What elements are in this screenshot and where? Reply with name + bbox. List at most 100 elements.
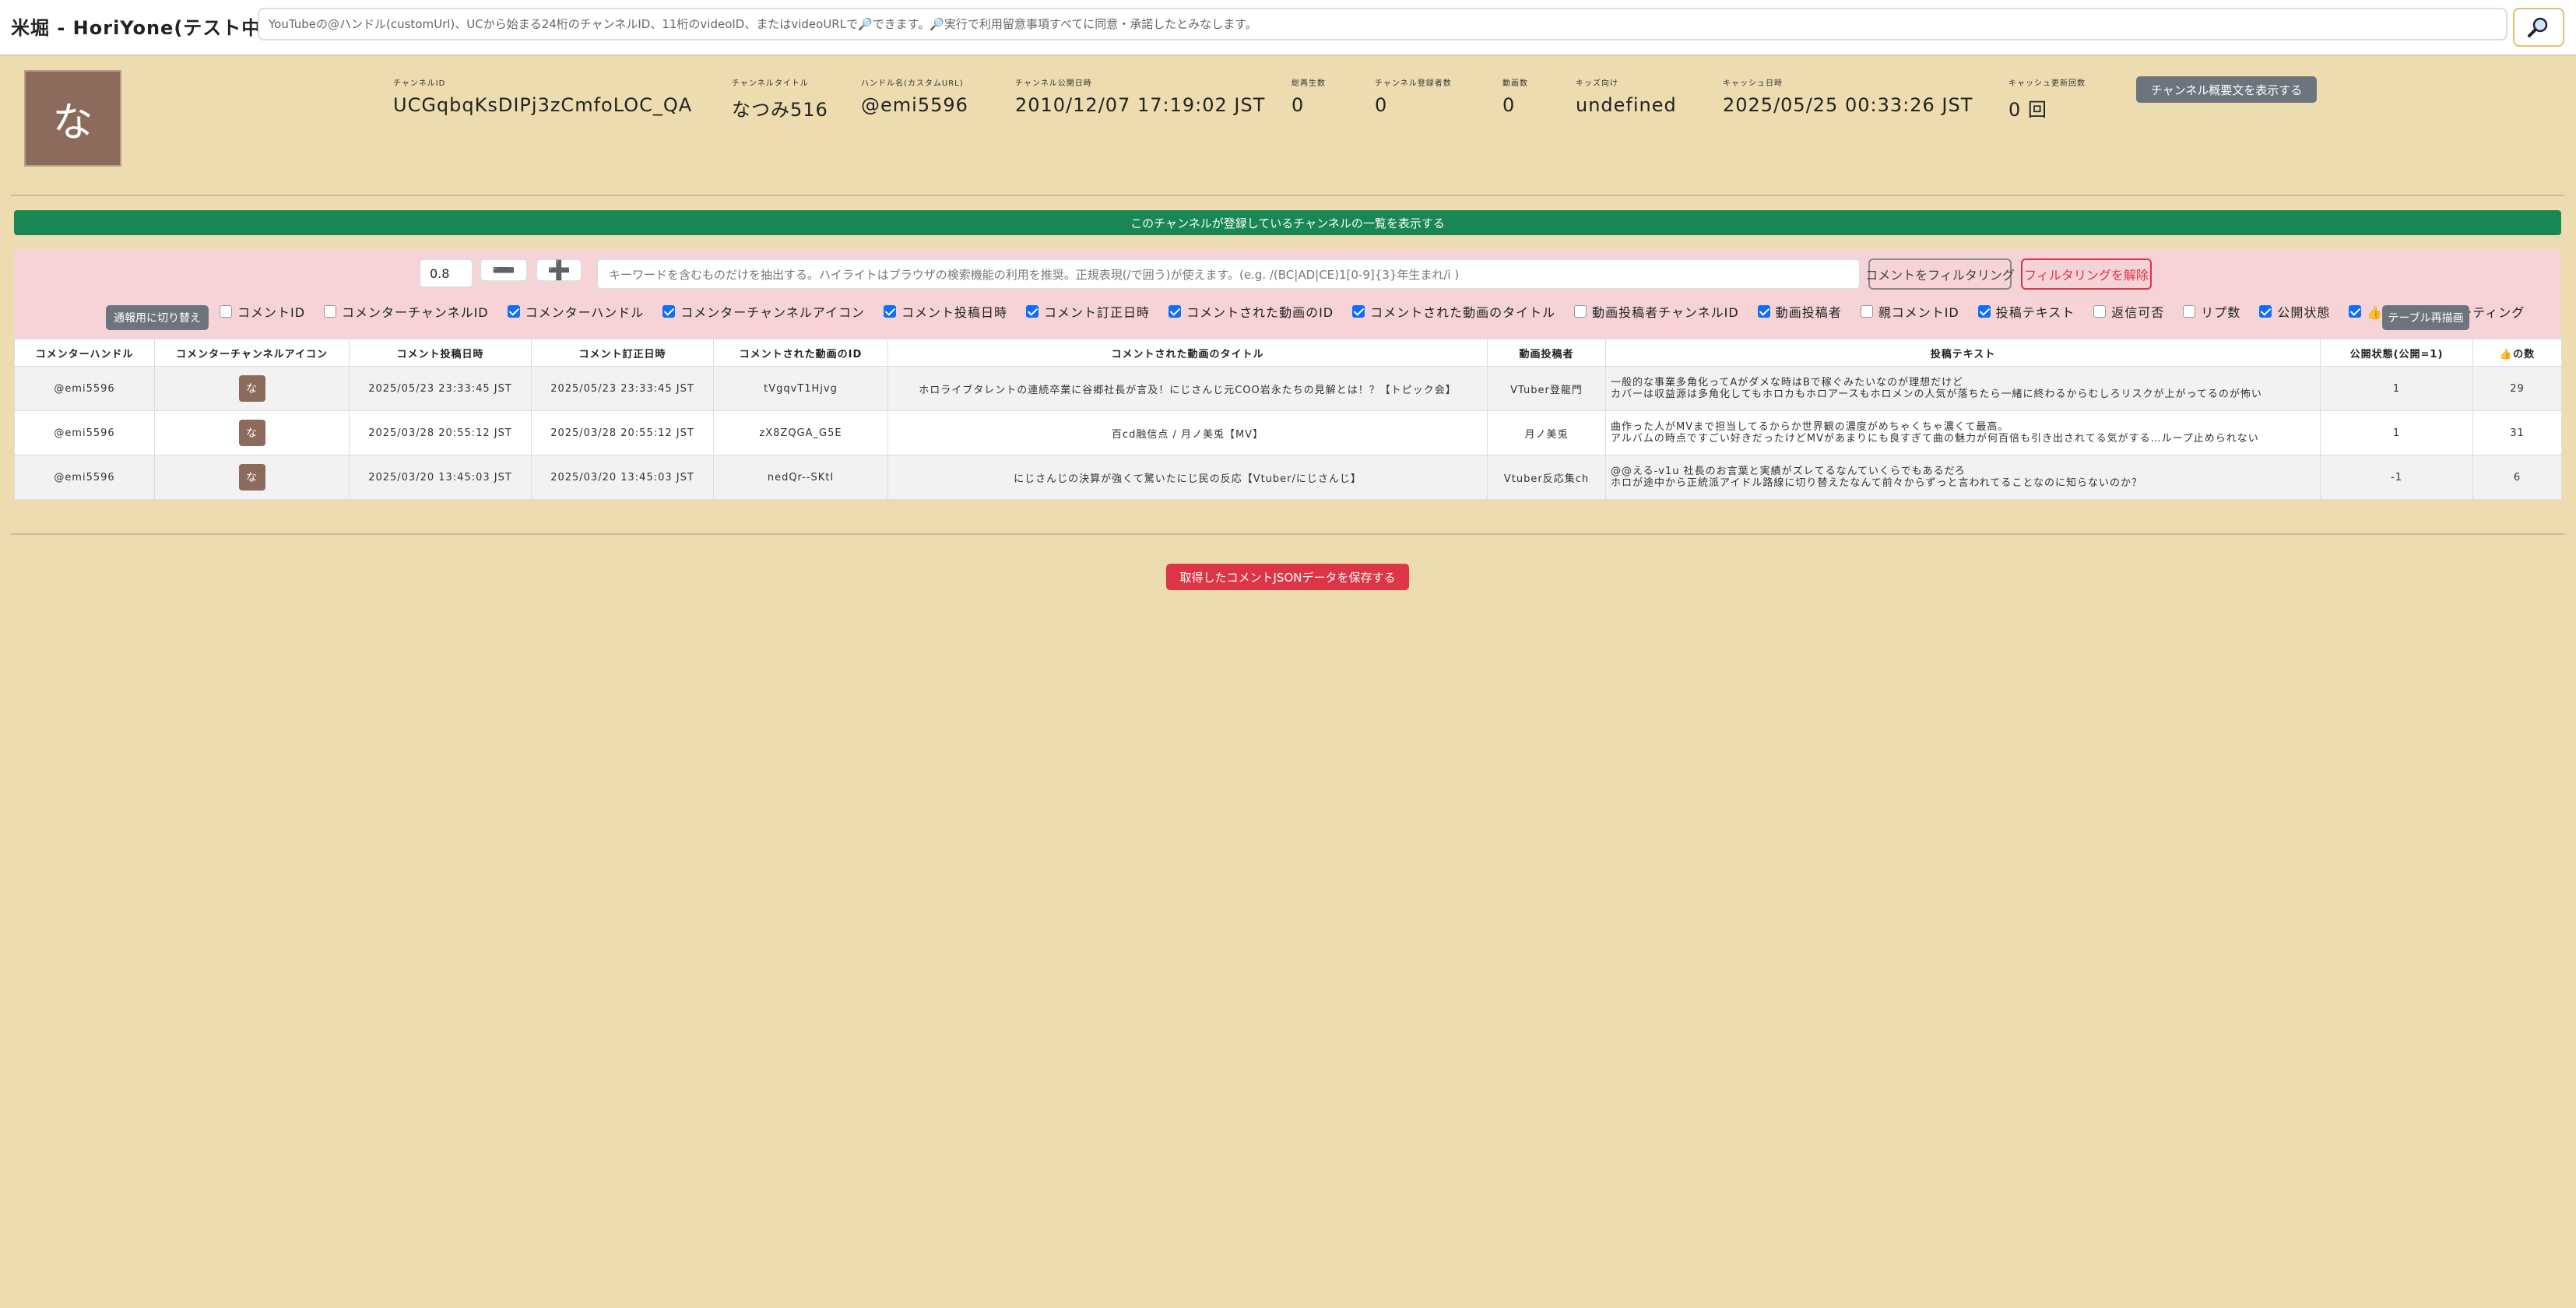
- column-toggle[interactable]: 動画投稿者: [1757, 302, 1842, 321]
- column-toggle-label: コメンターチャンネルアイコン: [680, 305, 866, 320]
- column-toggle[interactable]: 動画投稿者チャンネルID: [1574, 302, 1739, 321]
- zoom-input[interactable]: 0.8: [419, 258, 473, 288]
- column-toggles: コメントID コメンターチャンネルID コメンターハンドル コメンターチャンネル…: [220, 300, 2543, 323]
- checkbox[interactable]: [1757, 305, 1770, 318]
- search-input[interactable]: [258, 8, 2507, 40]
- column-toggle[interactable]: コメンターチャンネルID: [324, 302, 489, 321]
- stat-label: チャンネル公開日時: [1015, 79, 1092, 88]
- show-overview-button[interactable]: チャンネル概要文を表示する: [2136, 76, 2317, 103]
- table-row: @emi5596 な 2025/03/20 13:45:03 JST 2025/…: [14, 455, 2562, 500]
- column-toggle[interactable]: 親コメントID: [1860, 302, 1959, 321]
- checkbox[interactable]: [220, 305, 232, 318]
- stat-label: チャンネルタイトル: [732, 79, 809, 88]
- zoom-plus-button[interactable]: ➕: [536, 258, 582, 282]
- stat-channel-title: チャンネルタイトル なつみ516: [732, 76, 828, 121]
- checkbox[interactable]: [1977, 305, 1991, 318]
- column-header[interactable]: コメント投稿日時: [349, 339, 532, 367]
- checkbox[interactable]: [2183, 305, 2196, 318]
- column-toggle[interactable]: コメント投稿日時: [884, 302, 1007, 321]
- comments-table: コメンターハンドル コメンターチャンネルアイコン コメント投稿日時 コメント訂正…: [14, 339, 2562, 500]
- checkbox[interactable]: [662, 305, 676, 318]
- checkbox[interactable]: [2259, 305, 2272, 318]
- column-toggle-label: 公開状態: [2277, 305, 2331, 320]
- column-header[interactable]: コメント訂正日時: [531, 339, 714, 367]
- stat-label: ハンドル名(カスタムURL): [861, 79, 964, 88]
- edited-time: 2025/03/20 13:45:03 JST: [531, 455, 714, 500]
- stat-video-count: 動画数 0: [1502, 76, 1528, 116]
- filter-comments-button[interactable]: コメントをフィルタリング: [1865, 258, 2015, 290]
- stat-value: 2010/12/07 17:19:02 JST: [1015, 94, 1266, 116]
- search-button[interactable]: [2513, 8, 2564, 47]
- column-header[interactable]: 👍の数: [2472, 339, 2562, 367]
- checkbox[interactable]: [1574, 305, 1587, 318]
- commenter-avatar[interactable]: な: [238, 464, 265, 490]
- stat-kids: キッズ向け undefined: [1576, 76, 1677, 116]
- checkbox[interactable]: [2349, 305, 2362, 318]
- column-toggle[interactable]: リプ数: [2183, 302, 2240, 321]
- column-toggle[interactable]: 投稿テキスト: [1977, 302, 2075, 321]
- video-id[interactable]: tVgqvT1Hjvg: [713, 366, 888, 411]
- column-header[interactable]: コメントされた動画のタイトル: [887, 339, 1488, 367]
- checkbox[interactable]: [2093, 305, 2107, 318]
- column-toggle[interactable]: コメントID: [220, 302, 305, 321]
- column-header[interactable]: 投稿テキスト: [1605, 339, 2321, 367]
- video-id[interactable]: nedQr--SKtI: [713, 455, 888, 500]
- keyword-filter-input[interactable]: キーワードを含むものだけを抽出する。ハイライトはブラウザの検索機能の利用を推奨。…: [596, 258, 1861, 290]
- stat-label: チャンネルID: [393, 79, 446, 88]
- column-toggle-label: リプ数: [2201, 305, 2241, 320]
- show-subscriptions-button[interactable]: このチャンネルが登録しているチャンネルの一覧を表示する: [14, 210, 2561, 235]
- checkbox[interactable]: [324, 305, 337, 318]
- zoom-minus-button[interactable]: ➖: [480, 258, 528, 282]
- column-toggle[interactable]: コメントされた動画のタイトル: [1352, 302, 1555, 321]
- checkbox[interactable]: [884, 305, 897, 318]
- column-header[interactable]: 動画投稿者: [1487, 339, 1606, 367]
- stat-cache-time: キャッシュ日時 2025/05/25 00:33:26 JST: [1723, 76, 1973, 116]
- column-toggle-label: コメンターチャンネルID: [342, 305, 489, 320]
- checkbox[interactable]: [507, 305, 520, 318]
- uploader[interactable]: 月ノ美兎: [1487, 410, 1606, 455]
- column-toggle-label: コメントID: [237, 305, 306, 320]
- stat-cache-updates: キャッシュ更新回数 0 回: [2008, 76, 2086, 121]
- clear-filter-button[interactable]: フィルタリングを解除: [2021, 258, 2152, 290]
- checkbox[interactable]: [1169, 305, 1182, 318]
- checkbox[interactable]: [1026, 305, 1039, 318]
- column-header[interactable]: 公開状態(公開=1): [2320, 339, 2473, 367]
- posted-time: 2025/03/28 20:55:12 JST: [349, 410, 532, 455]
- column-header[interactable]: コメンターチャンネルアイコン: [154, 339, 350, 367]
- video-title[interactable]: ホロライブタレントの連続卒業に谷郷社長が言及！にじさんじ元COO岩永たちの見解と…: [887, 366, 1488, 411]
- column-toggle-label: コメントされた動画のタイトル: [1370, 305, 1556, 320]
- stat-published: チャンネル公開日時 2010/12/07 17:19:02 JST: [1015, 76, 1265, 116]
- video-title[interactable]: 百cd融信点 / 月ノ美兎【MV】: [887, 410, 1488, 455]
- video-title[interactable]: にじさんじの決算が強くて驚いたにじ民の反応【Vtuber/にじさんじ】: [887, 455, 1488, 500]
- public-status: 1: [2320, 366, 2473, 411]
- column-toggle[interactable]: コメント訂正日時: [1026, 302, 1150, 321]
- stat-value: @emi5596: [861, 94, 968, 116]
- save-json-button[interactable]: 取得したコメントJSONデータを保存する: [1166, 564, 1409, 590]
- redraw-table-button[interactable]: テーブル再描画: [2382, 305, 2469, 330]
- uploader[interactable]: Vtuber反応集ch: [1487, 455, 1606, 500]
- column-toggle[interactable]: 公開状態: [2259, 302, 2330, 321]
- column-toggle[interactable]: 返信可否: [2093, 302, 2164, 321]
- posted-time: 2025/05/23 23:33:45 JST: [349, 366, 532, 411]
- commenter-avatar[interactable]: な: [238, 375, 265, 402]
- report-mode-button[interactable]: 通報用に切り替え: [106, 305, 209, 330]
- column-toggle[interactable]: コメンターハンドル: [507, 302, 645, 321]
- uploader[interactable]: VTuber登龍門: [1487, 366, 1606, 411]
- checkbox[interactable]: [1860, 305, 1873, 318]
- stat-label: 動画数: [1502, 79, 1528, 88]
- commenter-handle[interactable]: @emi5596: [14, 366, 155, 411]
- minus-icon: ➖: [492, 259, 515, 281]
- commenter-handle[interactable]: @emi5596: [14, 455, 155, 500]
- magnifier-icon: [2528, 17, 2548, 37]
- column-toggle[interactable]: コメントされた動画のID: [1169, 302, 1334, 321]
- column-toggle-label: コメント訂正日時: [1044, 305, 1151, 320]
- like-count: 31: [2472, 410, 2562, 455]
- video-id[interactable]: zX8ZQGA_G5E: [713, 410, 888, 455]
- commenter-avatar[interactable]: な: [238, 420, 265, 446]
- commenter-handle[interactable]: @emi5596: [14, 410, 155, 455]
- column-header[interactable]: コメンターハンドル: [14, 339, 155, 367]
- checkbox[interactable]: [1352, 305, 1365, 318]
- column-toggle[interactable]: コメンターチャンネルアイコン: [662, 302, 865, 321]
- column-header[interactable]: コメントされた動画のID: [713, 339, 888, 367]
- column-toggle-label: コメンターハンドル: [525, 305, 645, 320]
